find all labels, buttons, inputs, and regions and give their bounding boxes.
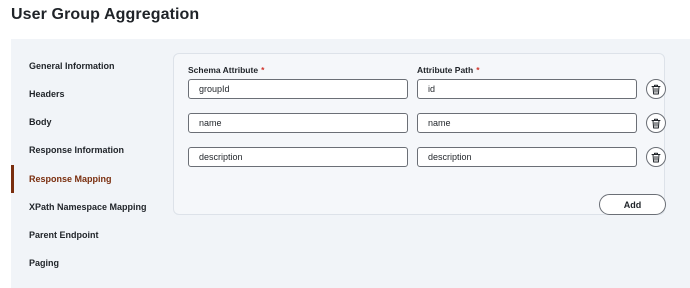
- attribute-path-header-label: Attribute Path: [417, 65, 474, 75]
- trash-icon: [651, 84, 661, 94]
- sidebar-item-response-information[interactable]: Response Information: [11, 136, 161, 164]
- delete-row-button[interactable]: [646, 79, 666, 99]
- attribute-path-field[interactable]: [417, 147, 637, 167]
- schema-attribute-field[interactable]: [188, 79, 408, 99]
- required-marker: *: [476, 65, 480, 75]
- sidebar-item-headers[interactable]: Headers: [11, 80, 161, 108]
- schema-attribute-header: Schema Attribute *: [188, 65, 264, 75]
- sidebar-item-xpath-namespace-mapping[interactable]: XPath Namespace Mapping: [11, 193, 161, 221]
- attribute-path-field[interactable]: [417, 79, 637, 99]
- trash-icon: [651, 152, 661, 162]
- sidebar-item-parent-endpoint[interactable]: Parent Endpoint: [11, 221, 161, 249]
- sidebar-nav: General Information Headers Body Respons…: [11, 39, 161, 288]
- attribute-path-field[interactable]: [417, 113, 637, 133]
- sidebar-item-body[interactable]: Body: [11, 108, 161, 136]
- content-panel: General Information Headers Body Respons…: [11, 39, 690, 288]
- sidebar-item-response-mapping[interactable]: Response Mapping: [11, 165, 161, 193]
- delete-row-button[interactable]: [646, 113, 666, 133]
- page-title: User Group Aggregation: [11, 6, 200, 23]
- add-mapping-button[interactable]: Add: [599, 194, 666, 215]
- sidebar-item-general-information[interactable]: General Information: [11, 52, 161, 80]
- delete-row-button[interactable]: [646, 147, 666, 167]
- sidebar-item-paging[interactable]: Paging: [11, 249, 161, 277]
- schema-attribute-header-label: Schema Attribute: [188, 65, 259, 75]
- attribute-path-header: Attribute Path *: [417, 65, 480, 75]
- response-mapping-card: Schema Attribute* Attribute Path* Add: [173, 53, 666, 215]
- required-marker: *: [261, 65, 265, 75]
- schema-attribute-field[interactable]: [188, 113, 408, 133]
- schema-attribute-field[interactable]: [188, 147, 408, 167]
- trash-icon: [651, 118, 661, 128]
